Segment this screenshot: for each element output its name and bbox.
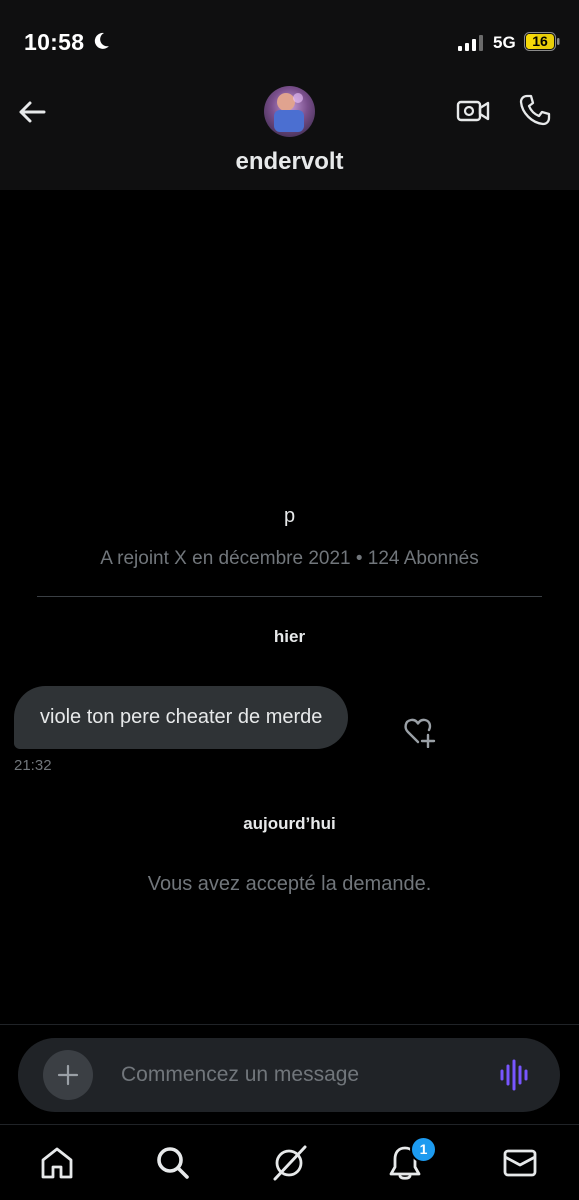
conversation-username: endervolt	[235, 148, 344, 175]
mail-icon[interactable]	[500, 1143, 540, 1183]
message-composer	[18, 1038, 560, 1112]
composer-divider	[0, 1024, 579, 1025]
day-separator-today: aujourd’hui	[243, 814, 336, 833]
message-input[interactable]	[121, 1060, 481, 1090]
message-timestamp: 21:32	[14, 757, 52, 774]
back-arrow-icon[interactable]	[16, 96, 48, 128]
battery-level: 16	[532, 33, 548, 49]
message-bubble[interactable]: viole ton pere cheater de merde	[14, 686, 349, 749]
moon-icon	[94, 32, 109, 49]
status-bar: 10:58 5G 16	[0, 0, 579, 84]
signal-icon	[458, 35, 483, 51]
home-icon[interactable]	[37, 1143, 77, 1183]
grok-icon[interactable]	[269, 1143, 309, 1183]
divider	[37, 596, 542, 597]
profile-join-info: A rejoint X en décembre 2021 • 124 Abonn…	[100, 548, 479, 569]
avatar[interactable]	[264, 86, 315, 137]
network-type: 5G	[493, 33, 516, 52]
profile-display-name: p	[283, 505, 296, 527]
plus-icon	[57, 1064, 79, 1086]
heart-plus-icon[interactable]	[402, 716, 440, 748]
video-camera-icon[interactable]	[456, 96, 490, 126]
voice-waveform-icon[interactable]	[498, 1058, 532, 1092]
phone-icon[interactable]	[518, 93, 552, 127]
bottom-navigation	[0, 1124, 579, 1200]
search-icon[interactable]	[153, 1143, 193, 1183]
system-message: Vous avez accepté la demande.	[147, 873, 432, 895]
status-time: 10:58	[24, 29, 85, 55]
add-attachment-button[interactable]	[43, 1050, 93, 1100]
day-separator-yesterday: hier	[273, 627, 306, 646]
notification-badge: 1	[410, 1136, 437, 1163]
conversation-header: endervolt	[0, 84, 579, 190]
